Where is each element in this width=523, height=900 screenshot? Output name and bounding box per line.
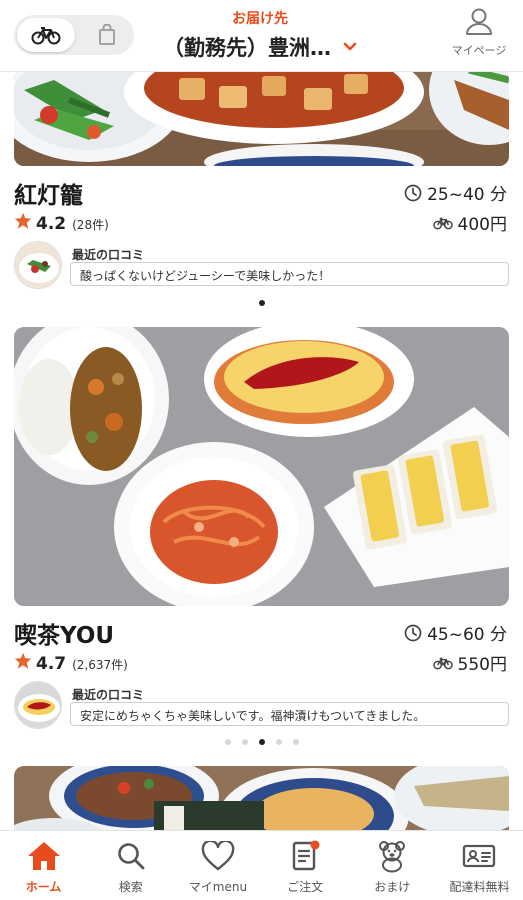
restaurant-photo[interactable] — [14, 766, 509, 830]
carousel-dot — [258, 739, 265, 745]
mypage-button[interactable]: マイページ — [443, 6, 515, 58]
nav-bonus[interactable]: おまけ — [349, 831, 436, 900]
review-thumbnail — [14, 241, 62, 289]
rating-value: 4.2 — [36, 214, 67, 234]
carousel-dot — [224, 739, 231, 745]
recent-review-title: 最近の口コミ — [72, 688, 145, 702]
restaurant-photo[interactable] — [14, 72, 509, 166]
recent-review-text[interactable]: 安定にめちゃくちゃ美味しいです。福神漬けもついてきました。 — [70, 702, 509, 726]
takeout-mode-option[interactable] — [84, 18, 130, 52]
nav-label: ホーム — [25, 880, 62, 894]
bottom-navigation: ホーム 検索 マイmenu ご注文 おまけ 配達料無料 — [0, 830, 523, 900]
shopping-bag-icon — [99, 24, 115, 45]
review-count: (2,637件) — [72, 658, 128, 672]
review-thumbnail — [14, 681, 62, 729]
nav-label: ご注文 — [287, 880, 324, 894]
rating-value: 4.7 — [36, 654, 67, 674]
nav-label: 検索 — [118, 880, 143, 894]
bicycle-icon — [432, 217, 453, 229]
rating: 4.7 (2,637件) — [14, 652, 128, 674]
recent-review-text[interactable]: 酸っぱくないけどジューシーで美味しかった！ — [70, 262, 509, 286]
review-count: (28件) — [72, 218, 109, 232]
star-icon — [14, 212, 32, 229]
delivery-fee-value: 400円 — [457, 215, 507, 235]
delivery-time: 45~60 分 — [404, 620, 507, 645]
restaurant-name[interactable]: 喫茶YOU — [14, 616, 114, 650]
restaurant-photo[interactable] — [14, 327, 509, 606]
delivery-time: 25~40 分 — [404, 180, 507, 205]
bicycle-icon — [432, 657, 453, 669]
restaurant-feed[interactable]: 紅灯籠 4.2 (28件) 25~40 分 400円 最近の口コミ 酸っぱくない… — [0, 72, 523, 830]
nav-home[interactable]: ホーム — [0, 831, 87, 900]
pass-card-icon — [463, 844, 496, 868]
clock-icon — [404, 184, 422, 201]
star-icon — [14, 652, 32, 669]
nav-label: おまけ — [374, 880, 411, 894]
notification-badge — [310, 840, 320, 850]
delivery-fee: 400円 — [432, 210, 507, 235]
nav-label: 配達料無料 — [449, 880, 510, 894]
delivery-address-label: お届け先 — [232, 11, 288, 27]
clock-icon — [404, 624, 422, 641]
nav-free-delivery[interactable]: 配達料無料 — [436, 831, 523, 900]
delivery-time-value: 25~40 分 — [427, 185, 507, 205]
carousel-dot — [258, 300, 265, 306]
bear-icon — [379, 841, 406, 873]
delivery-address-text: （勤務先）豊洲… — [163, 36, 331, 60]
carousel-dot — [241, 739, 248, 745]
nav-my-menu[interactable]: マイmenu — [174, 831, 261, 900]
carousel-indicator — [0, 300, 523, 306]
restaurant-name[interactable]: 紅灯籠 — [14, 176, 83, 210]
nav-search[interactable]: 検索 — [87, 831, 174, 900]
rating: 4.2 (28件) — [14, 212, 109, 234]
bicycle-icon — [31, 27, 61, 45]
nav-label: マイmenu — [188, 880, 248, 894]
home-icon — [27, 842, 60, 870]
order-icon — [292, 840, 320, 871]
mypage-label: マイページ — [451, 44, 507, 57]
user-icon — [466, 8, 492, 35]
delivery-fee-value: 550円 — [457, 655, 507, 675]
search-icon — [117, 843, 145, 870]
app-header: お届け先 （勤務先）豊洲… マイページ — [0, 0, 523, 72]
carousel-dot — [292, 739, 299, 745]
delivery-mode-toggle[interactable] — [14, 15, 134, 55]
heart-icon — [201, 841, 235, 871]
nav-orders[interactable]: ご注文 — [262, 831, 349, 900]
delivery-mode-option[interactable] — [17, 18, 75, 52]
carousel-indicator — [0, 739, 523, 745]
carousel-dot — [275, 739, 282, 745]
delivery-address-selector[interactable]: （勤務先）豊洲… — [150, 32, 370, 62]
delivery-fee: 550円 — [432, 650, 507, 675]
delivery-time-value: 45~60 分 — [427, 625, 507, 645]
chevron-down-icon — [343, 42, 357, 51]
recent-review-title: 最近の口コミ — [72, 248, 145, 262]
